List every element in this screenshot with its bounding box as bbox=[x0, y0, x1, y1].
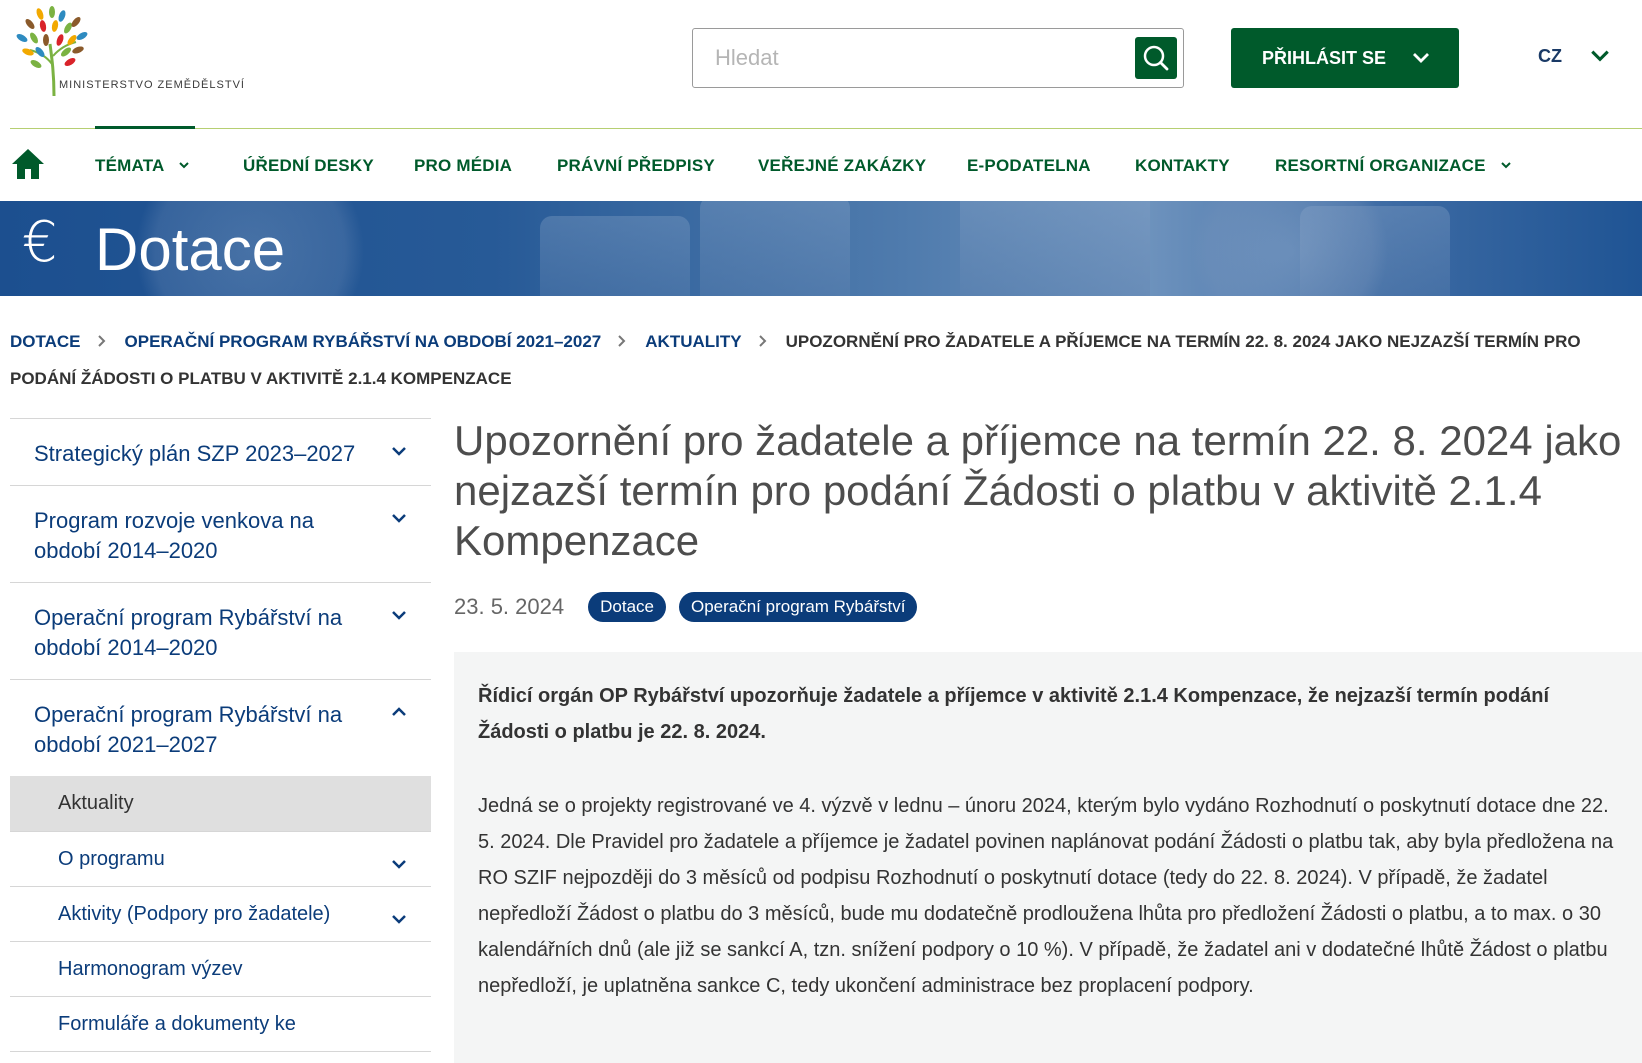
chevron-down-icon bbox=[392, 915, 406, 924]
breadcrumb-link[interactable]: DOTACE bbox=[10, 332, 81, 351]
chevron-right-icon bbox=[758, 323, 768, 360]
sidebar-subitem-harmonogram[interactable]: Harmonogram výzev bbox=[10, 941, 431, 996]
tag-dotace[interactable]: Dotace bbox=[588, 592, 666, 622]
nav-item-pravni-predpisy[interactable]: PRÁVNÍ PŘEDPISY bbox=[557, 156, 715, 176]
page-banner: € Dotace bbox=[0, 201, 1642, 296]
euro-icon: € bbox=[22, 210, 58, 275]
article-lead: Řídicí orgán OP Rybářství upozorňuje žad… bbox=[478, 685, 1550, 743]
article-title: Upozornění pro žadatele a příjemce na te… bbox=[454, 417, 1622, 564]
tag-op-rybarstvi[interactable]: Operační program Rybářství bbox=[678, 592, 918, 622]
breadcrumb-link[interactable]: OPERAČNÍ PROGRAM RYBÁŘSTVÍ NA OBDOBÍ 202… bbox=[125, 332, 602, 351]
breadcrumb-link[interactable]: AKTUALITY bbox=[645, 332, 741, 351]
article-content: Řídicí orgán OP Rybářství upozorňuje žad… bbox=[454, 652, 1642, 1063]
sidebar-subitem-o-programu[interactable]: O programu bbox=[10, 831, 431, 886]
banner-decoration bbox=[1180, 201, 1400, 296]
login-label: PŘIHLÁSIT SE bbox=[1262, 47, 1387, 68]
chevron-down-icon bbox=[392, 447, 406, 456]
login-button[interactable]: PŘIHLÁSIT SE bbox=[1231, 28, 1459, 88]
sidebar-subitem-aktuality[interactable]: Aktuality bbox=[10, 776, 431, 831]
chevron-down-icon bbox=[1413, 53, 1429, 63]
sidebar-subitem-formulare[interactable]: Formuláře a dokumenty ke stažení bbox=[10, 996, 431, 1051]
breadcrumb: DOTACE OPERAČNÍ PROGRAM RYBÁŘSTVÍ NA OBDO… bbox=[10, 323, 1630, 397]
article-body: Jedná se o projekty registrované ve 4. v… bbox=[478, 795, 1614, 997]
search-input[interactable] bbox=[715, 41, 1115, 75]
nav-item-verejne-zakazky[interactable]: VEŘEJNÉ ZAKÁZKY bbox=[758, 156, 926, 176]
nav-item-pro-media[interactable]: PRO MÉDIA bbox=[414, 156, 512, 176]
ministry-logo[interactable]: MINISTERSTVO ZEMĚDĚLSTVÍ bbox=[10, 4, 244, 100]
chevron-up-icon bbox=[392, 707, 406, 716]
sidebar-nav: Strategický plán SZP 2023–2027 Program r… bbox=[10, 418, 431, 1063]
sidebar-item-strategicky-plan[interactable]: Strategický plán SZP 2023–2027 bbox=[10, 418, 431, 485]
main-nav: TÉMATA ÚŘEDNÍ DESKY PRO MÉDIA PRÁVNÍ PŘE… bbox=[0, 129, 1642, 201]
sidebar-item-op-rybarstvi-2014[interactable]: Operační program Rybářství na období 201… bbox=[10, 582, 431, 679]
chevron-down-icon bbox=[1500, 161, 1511, 168]
chevron-down-icon[interactable] bbox=[1589, 45, 1611, 67]
nav-item-e-podatelna[interactable]: E-PODATELNA bbox=[967, 156, 1091, 176]
sidebar-subitem-aktivity[interactable]: Aktivity (Podpory pro žadatele) bbox=[10, 886, 431, 941]
sidebar-item-op-rybarstvi-2021[interactable]: Operační program Rybářství na období 202… bbox=[10, 679, 431, 776]
banner-decoration bbox=[960, 201, 1150, 296]
language-selector[interactable]: CZ bbox=[1538, 46, 1562, 67]
article-date: 23. 5. 2024 bbox=[454, 594, 565, 619]
nav-item-uredni-desky[interactable]: ÚŘEDNÍ DESKY bbox=[243, 156, 374, 176]
search-icon bbox=[1143, 45, 1169, 71]
search-button[interactable] bbox=[1135, 37, 1177, 79]
sidebar-item-program-rozvoje-venkova[interactable]: Program rozvoje venkova na období 2014–2… bbox=[10, 485, 431, 582]
search-box bbox=[692, 28, 1184, 88]
chevron-right-icon bbox=[617, 323, 627, 360]
home-icon bbox=[12, 149, 44, 179]
chevron-down-icon bbox=[179, 161, 189, 168]
nav-item-kontakty[interactable]: KONTAKTY bbox=[1135, 156, 1230, 176]
banner-decoration bbox=[700, 201, 850, 296]
nav-item-temata[interactable]: TÉMATA bbox=[95, 156, 190, 176]
chevron-down-icon bbox=[392, 514, 406, 523]
banner-decoration bbox=[540, 216, 690, 296]
nav-item-resortni-organizace[interactable]: RESORTNÍ ORGANIZACE bbox=[1275, 156, 1512, 176]
article-meta: 23. 5. 2024 Dotace Operační program Rybá… bbox=[454, 592, 930, 622]
logo-text: MINISTERSTVO ZEMĚDĚLSTVÍ bbox=[59, 79, 245, 91]
home-link[interactable] bbox=[10, 147, 46, 186]
site-header: MINISTERSTVO ZEMĚDĚLSTVÍ PŘIHLÁSIT SE CZ bbox=[0, 0, 1642, 128]
chevron-down-icon bbox=[392, 860, 406, 869]
chevron-right-icon bbox=[97, 323, 107, 360]
banner-title: Dotace bbox=[95, 216, 286, 283]
chevron-down-icon bbox=[392, 611, 406, 620]
